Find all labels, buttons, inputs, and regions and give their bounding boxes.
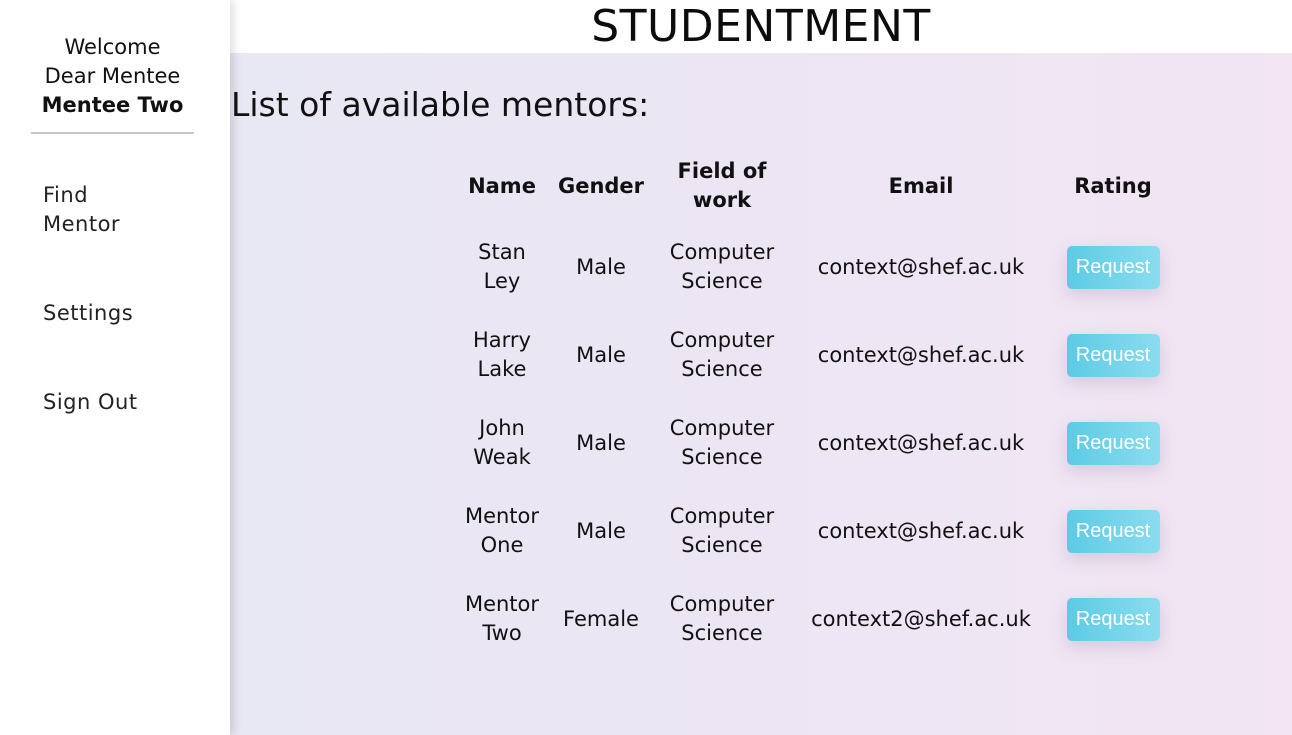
nav-find-mentor[interactable]: Find Mentor xyxy=(43,181,153,239)
nav-sign-out[interactable]: Sign Out xyxy=(43,388,138,417)
welcome-block: Welcome Dear Mentee Mentee Two xyxy=(31,33,194,134)
mentor-email: context@shef.ac.uk xyxy=(817,430,1025,455)
page-heading: List of available mentors: xyxy=(231,85,650,124)
mentor-gender: Male xyxy=(576,342,626,367)
mentor-email: context2@shef.ac.uk xyxy=(811,606,1031,631)
table-row: John Weak Male Computer Science context@… xyxy=(455,399,1175,487)
mentor-name: Mentor One xyxy=(464,504,540,557)
mentor-gender: Male xyxy=(576,518,626,543)
mentor-email: context@shef.ac.uk xyxy=(817,342,1025,367)
mentor-gender: Male xyxy=(576,254,626,279)
table-header-row: Name Gender Field of work Email Rating xyxy=(455,157,1175,223)
column-header-email: Email xyxy=(888,173,954,198)
welcome-subtext: Dear Mentee xyxy=(44,64,181,88)
mentor-email: context@shef.ac.uk xyxy=(817,518,1025,543)
table-row: Mentor Two Female Computer Science conte… xyxy=(455,575,1175,663)
sidebar: Welcome Dear Mentee Mentee Two Find Ment… xyxy=(0,0,230,735)
table-row: Harry Lake Male Computer Science context… xyxy=(455,311,1175,399)
table-row: Mentor One Male Computer Science context… xyxy=(455,487,1175,575)
request-button[interactable]: Request xyxy=(1066,245,1160,289)
mentor-action-cell: Request xyxy=(1051,223,1175,311)
mentor-field: Computer Science xyxy=(669,416,775,469)
mentor-gender: Female xyxy=(563,606,639,631)
mentors-table: Name Gender Field of work Email Rating S… xyxy=(455,157,1175,663)
mentor-action-cell: Request xyxy=(1051,487,1175,575)
column-header-gender: Gender xyxy=(557,173,645,198)
mentor-name: Mentor Two xyxy=(464,592,540,645)
mentor-email: context@shef.ac.uk xyxy=(817,254,1025,279)
mentor-action-cell: Request xyxy=(1051,575,1175,663)
mentor-name: John Weak xyxy=(473,416,531,469)
mentor-field: Computer Science xyxy=(669,504,775,557)
request-button[interactable]: Request xyxy=(1066,333,1160,377)
main-content: List of available mentors: Name Gender F… xyxy=(230,53,1292,735)
column-header-name: Name xyxy=(468,173,536,198)
mentor-field: Computer Science xyxy=(669,328,775,381)
table-row: Stan Ley Male Computer Science context@s… xyxy=(455,223,1175,311)
column-header-rating: Rating xyxy=(1074,173,1152,198)
welcome-text: Welcome xyxy=(64,35,161,59)
mentor-gender: Male xyxy=(576,430,626,455)
user-name: Mentee Two xyxy=(41,93,184,117)
mentor-name: Stan Ley xyxy=(478,240,526,293)
brand-title: STUDENTMENT xyxy=(591,1,931,52)
request-button[interactable]: Request xyxy=(1066,509,1160,553)
mentor-name: Harry Lake xyxy=(473,328,531,381)
mentor-field: Computer Science xyxy=(669,240,775,293)
nav-settings[interactable]: Settings xyxy=(43,299,133,328)
mentor-action-cell: Request xyxy=(1051,399,1175,487)
mentor-action-cell: Request xyxy=(1051,311,1175,399)
request-button[interactable]: Request xyxy=(1066,421,1160,465)
request-button[interactable]: Request xyxy=(1066,597,1160,641)
column-header-field: Field of work xyxy=(677,159,767,212)
mentor-field: Computer Science xyxy=(669,592,775,645)
